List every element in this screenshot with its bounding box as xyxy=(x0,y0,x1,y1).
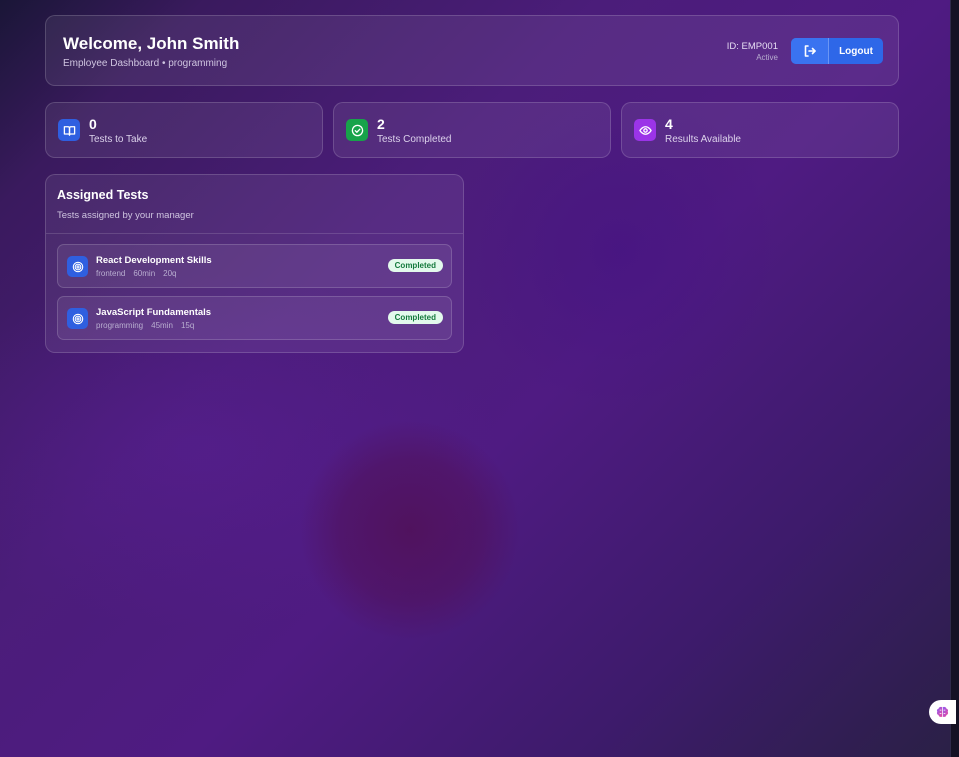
test-questions: 20q xyxy=(163,269,177,278)
dashboard-header: Welcome, John Smith Employee Dashboard •… xyxy=(45,15,899,86)
employee-id: ID: EMP001 xyxy=(726,41,778,52)
stat-card-results-available: 4 Results Available xyxy=(621,102,899,158)
assigned-tests-panel: Assigned Tests Tests assigned by your ma… xyxy=(45,174,464,353)
test-title: JavaScript Fundamentals xyxy=(96,307,212,318)
divider xyxy=(46,233,463,234)
test-row-javascript[interactable]: JavaScript Fundamentals programming 45min… xyxy=(57,296,452,340)
check-circle-icon xyxy=(346,119,368,141)
test-meta: frontend 60min 20q xyxy=(96,269,185,278)
test-category: frontend xyxy=(96,269,126,278)
logout-icon[interactable] xyxy=(791,38,829,64)
test-duration: 60min xyxy=(133,269,156,278)
stat-label: Tests to Take xyxy=(89,134,148,145)
stat-value: 2 xyxy=(377,116,385,132)
status-badge: Completed xyxy=(387,259,443,272)
logout-label[interactable]: Logout xyxy=(829,38,883,64)
stat-value: 4 xyxy=(665,116,673,132)
brain-icon xyxy=(936,706,949,717)
welcome-title: Welcome, John Smith xyxy=(63,34,240,53)
stat-card-tests-to-take: 0 Tests to Take xyxy=(45,102,323,158)
stat-card-tests-completed: 2 Tests Completed xyxy=(333,102,611,158)
target-icon xyxy=(67,308,88,329)
test-duration: 45min xyxy=(151,321,173,330)
panel-subtitle: Tests assigned by your manager xyxy=(57,210,194,221)
test-meta: programming 45min 15q xyxy=(96,321,202,330)
test-title: React Development Skills xyxy=(96,255,212,266)
test-row-react[interactable]: React Development Skills frontend 60min 20… xyxy=(57,244,452,288)
employee-status: Active xyxy=(756,53,778,62)
stat-value: 0 xyxy=(89,116,97,132)
target-icon xyxy=(67,256,88,277)
book-open-icon xyxy=(58,119,80,141)
assistant-launcher-button[interactable] xyxy=(929,700,956,724)
dashboard-subtitle: Employee Dashboard • programming xyxy=(63,58,228,69)
stat-label: Results Available xyxy=(665,134,741,145)
stat-label: Tests Completed xyxy=(377,134,452,145)
eye-icon xyxy=(634,119,656,141)
test-questions: 15q xyxy=(180,321,195,330)
logout-button[interactable]: Logout xyxy=(791,38,883,64)
status-badge: Completed xyxy=(387,311,443,324)
window-edge xyxy=(950,0,959,757)
panel-title: Assigned Tests xyxy=(57,188,149,202)
test-category: programming xyxy=(96,321,144,330)
